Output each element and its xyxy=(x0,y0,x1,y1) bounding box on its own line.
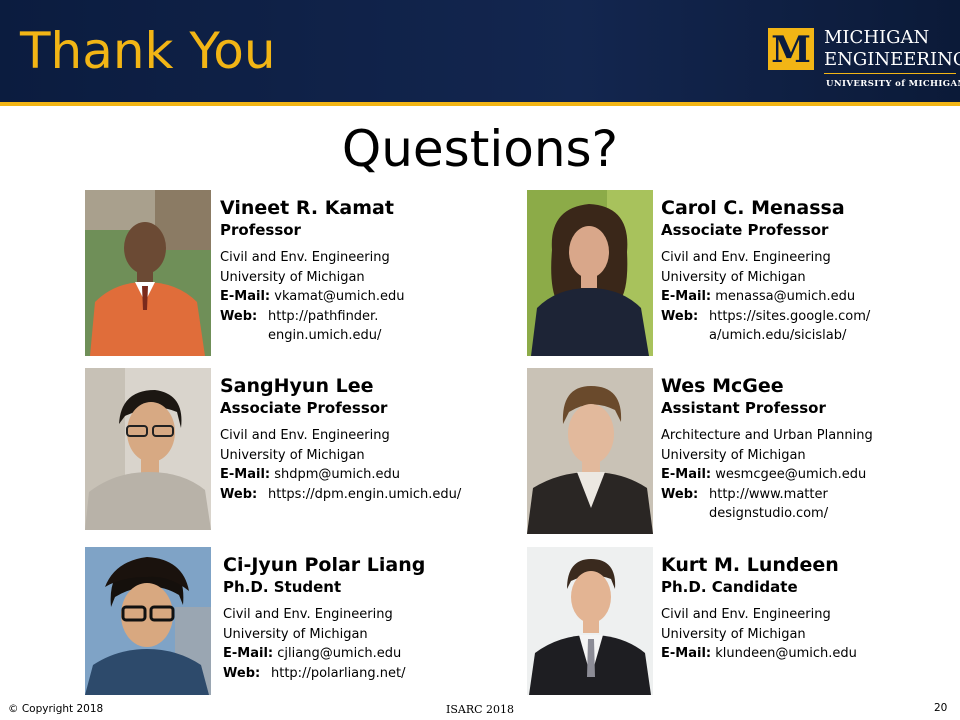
person-email-row: E-Mail: wesmcgee@umich.edu xyxy=(661,465,873,485)
person-card-lee: SangHyun Lee Associate Professor Civil a… xyxy=(85,368,475,530)
person-department: Architecture and Urban Planning xyxy=(661,428,873,443)
person-card-liang: Ci-Jyun Polar Liang Ph.D. Student Civil … xyxy=(85,547,425,695)
person-role: Ph.D. Student xyxy=(223,578,342,596)
person-photo xyxy=(527,547,653,695)
person-web-link-cont[interactable]: a/umich.edu/sicislab/ xyxy=(661,326,870,346)
person-email-row: E-Mail: vkamat@umich.edu xyxy=(220,287,404,307)
person-email-row: E-Mail: menassa@umich.edu xyxy=(661,287,870,307)
person-info: Kurt M. Lundeen Ph.D. Candidate Civil an… xyxy=(661,553,857,664)
person-info: SangHyun Lee Associate Professor Civil a… xyxy=(220,374,461,504)
person-name: Kurt M. Lundeen xyxy=(661,554,839,576)
person-email-row: E-Mail: cjliang@umich.edu xyxy=(223,644,425,664)
person-email[interactable]: menassa@umich.edu xyxy=(715,289,855,304)
person-role: Assistant Professor xyxy=(661,399,826,417)
person-name: Carol C. Menassa xyxy=(661,197,845,219)
email-label: E-Mail: xyxy=(661,289,712,304)
michigan-engineering-logo: M MICHIGAN ENGINEERING UNIVERSITY of MIC… xyxy=(768,27,960,94)
logo-michigan: MICHIGAN xyxy=(824,27,930,48)
person-university: University of Michigan xyxy=(661,447,806,463)
logo-engineering: ENGINEERING xyxy=(824,49,960,70)
web-label: Web: xyxy=(223,665,261,681)
slide-header: Thank You M MICHIGAN ENGINEERING UNIVERS… xyxy=(0,0,960,102)
person-university: University of Michigan xyxy=(223,626,368,642)
person-web-row: Web: https://dpm.engin.umich.edu/ xyxy=(220,485,461,505)
person-name: Vineet R. Kamat xyxy=(220,197,394,219)
person-department: Civil and Env. Engineering xyxy=(220,250,390,265)
person-email-row: E-Mail: shdpm@umich.edu xyxy=(220,465,461,485)
person-name: Ci-Jyun Polar Liang xyxy=(223,554,426,576)
person-web-link-cont[interactable]: engin.umich.edu/ xyxy=(220,326,404,346)
person-web-link[interactable]: http://pathfinder. xyxy=(268,309,378,324)
person-web-link[interactable]: https://sites.google.com/ xyxy=(709,309,870,324)
person-university: University of Michigan xyxy=(220,447,365,463)
person-photo xyxy=(85,368,211,530)
person-web-link[interactable]: http://www.matter xyxy=(709,487,828,502)
logo-university: UNIVERSITY of MICHIGAN xyxy=(826,79,960,89)
person-photo xyxy=(85,547,211,695)
person-role: Associate Professor xyxy=(661,221,829,239)
email-label: E-Mail: xyxy=(661,646,712,661)
person-info: Carol C. Menassa Associate Professor Civ… xyxy=(661,196,870,346)
person-department: Civil and Env. Engineering xyxy=(220,428,390,443)
person-web-link-cont[interactable]: designstudio.com/ xyxy=(661,504,873,524)
person-email[interactable]: shdpm@umich.edu xyxy=(274,467,400,482)
web-label: Web: xyxy=(220,308,258,324)
person-university: University of Michigan xyxy=(661,626,806,642)
person-role: Associate Professor xyxy=(220,399,388,417)
person-email[interactable]: klundeen@umich.edu xyxy=(715,646,857,661)
person-web-link[interactable]: https://dpm.engin.umich.edu/ xyxy=(268,487,461,502)
block-m-icon: M xyxy=(768,28,814,70)
web-label: Web: xyxy=(220,486,258,502)
person-web-row: Web: http://polarliang.net/ xyxy=(223,664,425,684)
person-email[interactable]: vkamat@umich.edu xyxy=(274,289,404,304)
header-divider xyxy=(0,102,960,106)
email-label: E-Mail: xyxy=(661,467,712,482)
person-card-mcgee: Wes McGee Assistant Professor Architectu… xyxy=(527,368,907,534)
questions-heading: Questions? xyxy=(341,120,619,178)
person-department: Civil and Env. Engineering xyxy=(661,250,831,265)
copyright-notice: © Copyright 2018 xyxy=(8,703,104,715)
person-info: Vineet R. Kamat Professor Civil and Env.… xyxy=(220,196,404,346)
person-info: Wes McGee Assistant Professor Architectu… xyxy=(661,374,873,524)
person-card-lundeen: Kurt M. Lundeen Ph.D. Candidate Civil an… xyxy=(527,547,867,695)
logo-divider xyxy=(824,73,956,74)
conference-label: ISARC 2018 xyxy=(446,703,515,716)
person-photo xyxy=(527,368,653,534)
person-web-row: Web: http://www.matter xyxy=(661,485,873,505)
email-label: E-Mail: xyxy=(220,467,271,482)
person-role: Professor xyxy=(220,221,301,239)
person-name: SangHyun Lee xyxy=(220,375,374,397)
person-web-link[interactable]: http://polarliang.net/ xyxy=(271,666,405,681)
person-card-kamat: Vineet R. Kamat Professor Civil and Env.… xyxy=(85,190,415,358)
person-department: Civil and Env. Engineering xyxy=(223,607,393,622)
person-card-menassa: Carol C. Menassa Associate Professor Civ… xyxy=(527,190,887,358)
slide-title: Thank You xyxy=(20,22,276,80)
person-university: University of Michigan xyxy=(220,269,365,285)
web-label: Web: xyxy=(661,308,699,324)
person-department: Civil and Env. Engineering xyxy=(661,607,831,622)
person-info: Ci-Jyun Polar Liang Ph.D. Student Civil … xyxy=(223,553,425,683)
person-web-row: Web: https://sites.google.com/ xyxy=(661,307,870,327)
person-name: Wes McGee xyxy=(661,375,784,397)
person-photo xyxy=(527,190,653,356)
person-email[interactable]: cjliang@umich.edu xyxy=(277,646,401,661)
page-number: 20 xyxy=(934,702,948,714)
email-label: E-Mail: xyxy=(223,646,274,661)
person-photo xyxy=(85,190,211,356)
email-label: E-Mail: xyxy=(220,289,271,304)
person-university: University of Michigan xyxy=(661,269,806,285)
web-label: Web: xyxy=(661,486,699,502)
person-web-row: Web: http://pathfinder. xyxy=(220,307,404,327)
person-email[interactable]: wesmcgee@umich.edu xyxy=(715,467,866,482)
person-email-row: E-Mail: klundeen@umich.edu xyxy=(661,644,857,664)
person-role: Ph.D. Candidate xyxy=(661,578,798,596)
logo-mark: M xyxy=(771,29,811,70)
